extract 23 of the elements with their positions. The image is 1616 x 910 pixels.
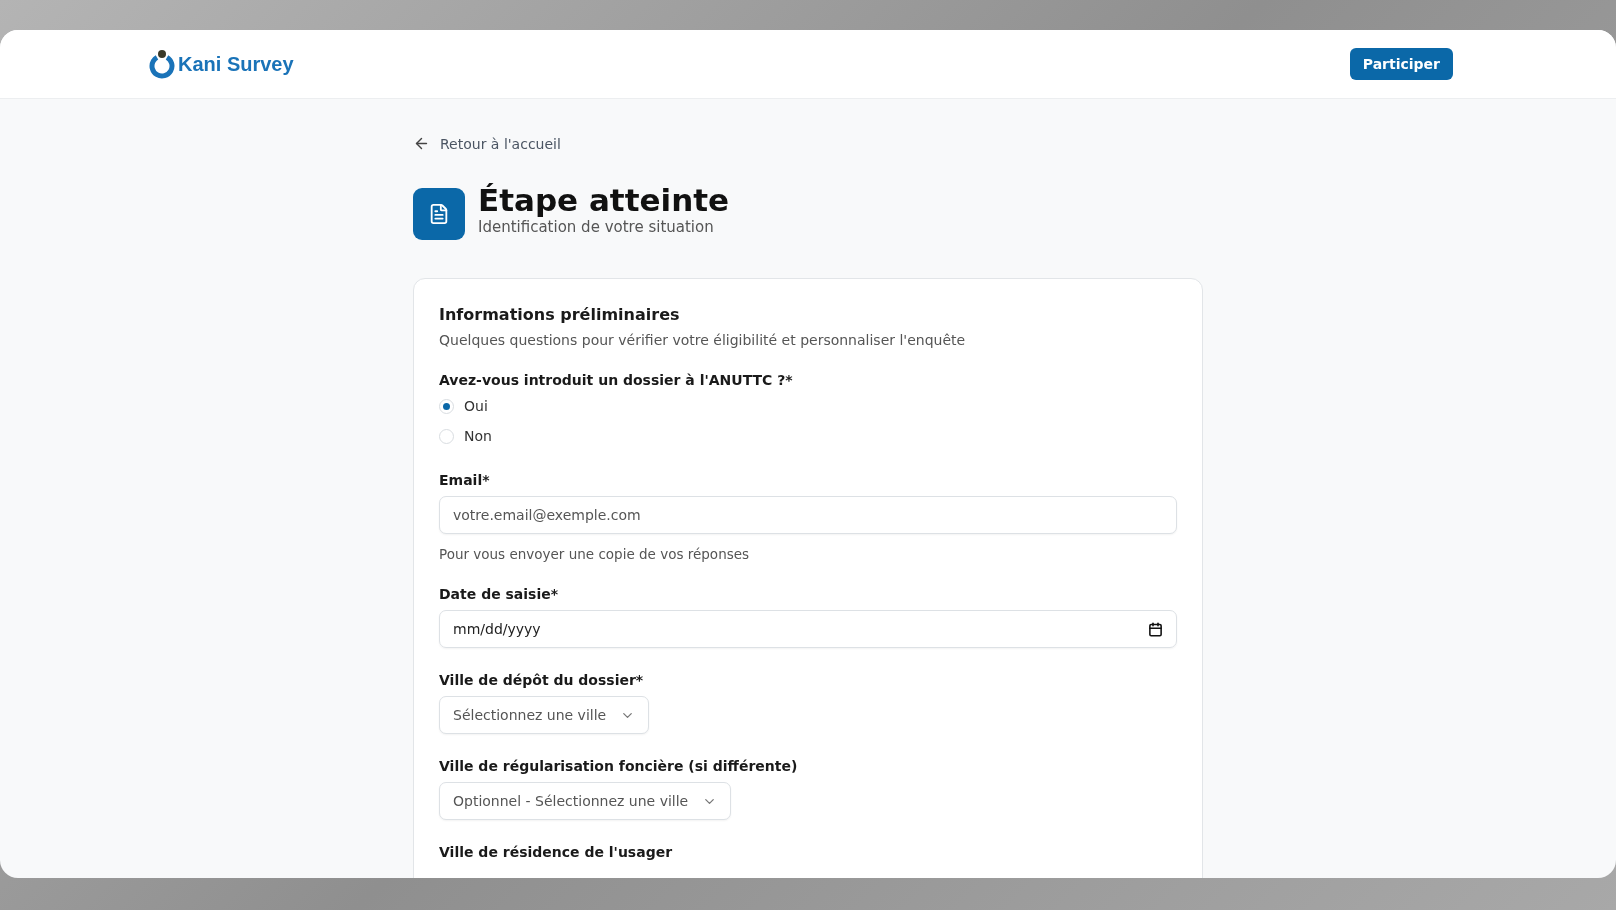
field-label: Ville de régularisation foncière (si différente) (439, 758, 798, 774)
field-label: Avez-vous introduit un dossier à l'ANUTTC ?* (439, 372, 793, 388)
option-label: Non (464, 428, 492, 444)
card-description: Quelques questions pour vérifier votre éligibilité et personnaliser l'enquête (439, 332, 967, 348)
back-link[interactable]: Retour à l'accueil (413, 135, 1203, 152)
help-text: Pour vous envoyer une copie de vos réponses (439, 546, 750, 562)
date-field[interactable]: mm/dd/yyyy (439, 610, 1177, 648)
page-title: Étape atteinte (478, 182, 730, 218)
field-label: Ville de dépôt du dossier* (439, 672, 644, 688)
select-field[interactable]: Optionnel - Sélectionnez une ville (439, 782, 732, 820)
card-title: Informations préliminaires (439, 305, 681, 324)
field-label: Ville de résidence de l'usager (439, 844, 673, 860)
field-label: Email* (439, 472, 490, 488)
brand-name[interactable]: Kani Survey (178, 52, 294, 76)
calendar-icon[interactable] (1148, 621, 1163, 637)
logo-icon (148, 49, 176, 79)
participate-button[interactable]: Participer (1349, 48, 1453, 80)
email-field[interactable]: votre.email@exemple.com (439, 496, 1177, 534)
field-label: Date de saisie* (439, 586, 559, 602)
option-label: Oui (464, 398, 488, 414)
select-field[interactable]: Sélectionnez une ville (439, 696, 650, 734)
document-icon (428, 203, 450, 225)
page-subtitle: Identification de votre situation (478, 218, 715, 236)
